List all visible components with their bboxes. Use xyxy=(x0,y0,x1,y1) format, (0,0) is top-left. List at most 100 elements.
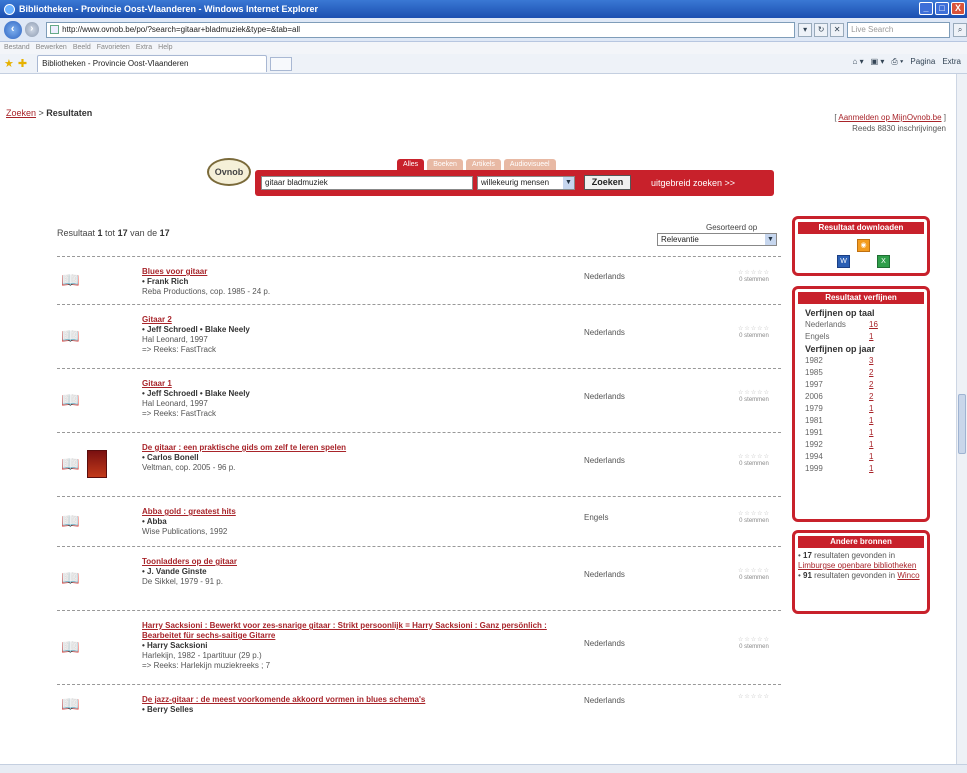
stop-icon[interactable]: ✕ xyxy=(830,22,845,37)
forward-icon[interactable]: › xyxy=(24,22,40,37)
search-icon[interactable]: ⌕ xyxy=(953,22,967,37)
rating-stars-icon[interactable]: ☆☆☆☆☆ xyxy=(730,390,778,397)
refresh-icon[interactable]: ↻ xyxy=(814,22,829,37)
refine-item-count[interactable]: 1 xyxy=(869,331,873,343)
result-series[interactable]: => Reeks: FastTrack xyxy=(142,409,572,419)
page-menu[interactable]: Pagina xyxy=(910,57,935,67)
minimize-button[interactable]: _ xyxy=(919,2,933,15)
refine-item-count[interactable]: 1 xyxy=(869,451,873,463)
result-publisher: Harlekijn, 1982 - 1partituur (29 p.) xyxy=(142,651,262,660)
breadcrumb-search-link[interactable]: Zoeken xyxy=(6,108,36,118)
maximize-button[interactable]: □ xyxy=(935,2,949,15)
result-language: Nederlands xyxy=(584,456,625,465)
refine-item-count[interactable]: 2 xyxy=(869,379,873,391)
search-bar: gitaar bladmuziek willekeurig mensen ▼ Z… xyxy=(255,170,774,196)
rating-stars-icon[interactable]: ☆☆☆☆☆ xyxy=(730,326,778,333)
other-source-wingo: • 91 resultaten gevonden in Winco xyxy=(798,571,920,580)
refine-item-count[interactable]: 1 xyxy=(869,415,873,427)
limburg-link[interactable]: Limburgse openbare bibliotheken xyxy=(798,561,916,570)
dropdown-icon[interactable]: ▾ xyxy=(798,22,813,37)
result-series[interactable]: => Reeks: Harlekijn muziekreeks ; 7 xyxy=(142,661,572,671)
result-title[interactable]: De gitaar : een praktische gids om zelf … xyxy=(142,443,572,453)
result-title[interactable]: De jazz-gitaar : de meest voorkomende ak… xyxy=(142,695,572,705)
result-title[interactable]: Blues voor gitaar xyxy=(142,267,572,277)
book-cover-image[interactable] xyxy=(87,450,107,478)
wingo-link[interactable]: Winco xyxy=(897,571,919,580)
refine-item-count[interactable]: 2 xyxy=(869,367,873,379)
refine-item-count[interactable]: 1 xyxy=(869,403,873,415)
result-count: Resultaat 1 tot 17 van de 17 xyxy=(57,228,170,238)
refine-item: 2006 2 xyxy=(795,391,927,403)
result-rating[interactable]: ☆☆☆☆☆ 0 stemmen xyxy=(730,454,778,468)
refine-item-count[interactable]: 1 xyxy=(869,427,873,439)
vertical-scrollbar[interactable] xyxy=(956,74,967,773)
rating-stars-icon[interactable]: ☆☆☆☆☆ xyxy=(730,568,778,575)
print-icon[interactable]: ⎙ ▾ xyxy=(891,57,903,67)
home-icon[interactable]: ⌂ ▾ xyxy=(853,57,864,67)
result-info: Gitaar 2 • Jeff Schroedl • Blake Neely Hal… xyxy=(142,315,572,355)
word-icon[interactable]: W xyxy=(837,255,850,268)
tab-bibliotheken[interactable]: Bibliotheken - Provincie Oost-Vlaanderen xyxy=(37,55,268,72)
rating-stars-icon[interactable]: ☆☆☆☆☆ xyxy=(730,637,778,644)
rating-stars-icon[interactable]: ☆☆☆☆☆ xyxy=(730,694,778,701)
close-button[interactable]: X xyxy=(951,2,965,15)
search-mode-select[interactable]: willekeurig mensen ▼ xyxy=(477,176,575,190)
result-rating[interactable]: ☆☆☆☆☆ 0 stemmen xyxy=(730,326,778,340)
sort-select[interactable]: Relevantie ▼ xyxy=(657,233,777,246)
refine-item-count[interactable]: 2 xyxy=(869,391,873,403)
new-tab-button[interactable] xyxy=(270,56,293,71)
result-title[interactable]: Harry Sacksioni : Bewerkt voor zes-snari… xyxy=(142,621,572,641)
login-link[interactable]: Aanmelden op MijnOvnob.be xyxy=(838,113,941,122)
result-title[interactable]: Toonladders op de gitaar xyxy=(142,557,572,567)
result-row: 📖 Toonladders op de gitaar • J. Vande Gins… xyxy=(57,546,781,610)
result-series[interactable]: => Reeks: FastTrack xyxy=(142,345,572,355)
scrollbar-thumb[interactable] xyxy=(958,394,966,454)
tab-alles[interactable]: Alles xyxy=(397,159,425,170)
search-input[interactable]: gitaar bladmuziek xyxy=(261,176,473,190)
excel-icon[interactable]: X xyxy=(877,255,890,268)
refine-item-label: 2006 xyxy=(805,392,823,401)
result-rating[interactable]: ☆☆☆☆☆ xyxy=(730,694,778,701)
result-rating[interactable]: ☆☆☆☆☆ 0 stemmen xyxy=(730,637,778,651)
result-rating[interactable]: ☆☆☆☆☆ 0 stemmen xyxy=(730,568,778,582)
favorites-star-icon[interactable]: ★ xyxy=(4,57,14,70)
rating-stars-icon[interactable]: ☆☆☆☆☆ xyxy=(730,454,778,461)
rating-votes: 0 stemmen xyxy=(739,575,769,581)
menu-favorites[interactable]: Favorieten xyxy=(97,42,130,54)
result-rating[interactable]: ☆☆☆☆☆ 0 stemmen xyxy=(730,390,778,404)
url-field[interactable]: http://www.ovnob.be/po/?search=gitaar+bl… xyxy=(46,21,796,38)
result-rating[interactable]: ☆☆☆☆☆ 0 stemmen xyxy=(730,511,778,525)
tools-menu[interactable]: Extra xyxy=(942,57,961,67)
search-button[interactable]: Zoeken xyxy=(584,175,631,190)
tab-boeken[interactable]: Boeken xyxy=(427,159,463,170)
feeds-icon[interactable]: ▣ ▾ xyxy=(871,57,885,67)
refine-item-label: 1981 xyxy=(805,416,823,425)
back-icon[interactable]: ‹ xyxy=(4,20,22,39)
live-search-input[interactable]: Live Search xyxy=(847,21,951,38)
result-title[interactable]: Abba gold : greatest hits xyxy=(142,507,572,517)
result-count-prefix: Resultaat xyxy=(57,228,98,238)
menu-view[interactable]: Beeld xyxy=(73,42,91,54)
refine-item-count[interactable]: 16 xyxy=(869,319,878,331)
menu-tools[interactable]: Extra xyxy=(136,42,152,54)
menu-edit[interactable]: Bewerken xyxy=(36,42,67,54)
tab-audiovisueel[interactable]: Audiovisueel xyxy=(503,159,556,170)
refine-item-count[interactable]: 1 xyxy=(869,439,873,451)
rating-stars-icon[interactable]: ☆☆☆☆☆ xyxy=(730,511,778,518)
other-sources-heading: Andere bronnen xyxy=(798,536,924,548)
tab-artikels[interactable]: Artikels xyxy=(465,159,501,170)
result-rating[interactable]: ☆☆☆☆☆ 0 stemmen xyxy=(730,270,778,284)
menu-help[interactable]: Help xyxy=(158,42,172,54)
refine-item-count[interactable]: 3 xyxy=(869,355,873,367)
rating-stars-icon[interactable]: ☆☆☆☆☆ xyxy=(730,270,778,277)
result-language: Nederlands xyxy=(584,328,625,337)
other-count-2: 91 xyxy=(803,571,812,580)
result-publisher: Wise Publications, 1992 xyxy=(142,527,228,536)
refine-item-count[interactable]: 1 xyxy=(869,463,873,475)
rss-icon[interactable]: ◉ xyxy=(857,239,870,252)
result-title[interactable]: Gitaar 1 xyxy=(142,379,572,389)
menu-file[interactable]: Bestand xyxy=(4,42,30,54)
advanced-search-link[interactable]: uitgebreid zoeken >> xyxy=(651,178,735,188)
result-title[interactable]: Gitaar 2 xyxy=(142,315,572,325)
add-favorite-icon[interactable]: ✚ xyxy=(18,57,27,70)
